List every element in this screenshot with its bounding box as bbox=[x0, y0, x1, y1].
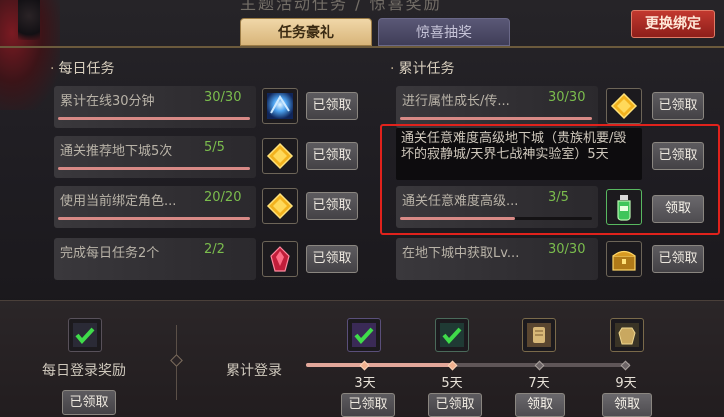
tab-surprise-lottery[interactable]: 惊喜抽奖 bbox=[378, 18, 510, 46]
tab-task-rewards[interactable]: 任务豪礼 bbox=[240, 18, 372, 46]
milestone-day-label: 5天 bbox=[441, 376, 463, 391]
task-count: 5/5 bbox=[204, 140, 225, 155]
gold-gem-icon bbox=[262, 188, 298, 224]
blue-crystal-icon bbox=[262, 88, 298, 124]
milestone-day-label: 7天 bbox=[528, 376, 550, 391]
claimed-button[interactable]: 已领取 bbox=[306, 92, 358, 120]
tabs-divider bbox=[0, 46, 724, 48]
daily-login-label: 每日登录奖励 bbox=[42, 363, 126, 379]
rebind-button[interactable]: 更换绑定 bbox=[631, 10, 715, 38]
milestone-day-label: 9天 bbox=[615, 376, 637, 391]
milestone-claimed-button[interactable]: 已领取 bbox=[428, 393, 482, 417]
task-count: 30/30 bbox=[204, 90, 242, 105]
cumulative-task-row: 进行属性成长/传... 30/30 bbox=[396, 86, 598, 128]
task-name: 在地下城中获取Lv... bbox=[402, 246, 520, 261]
task-count: 30/30 bbox=[548, 90, 586, 105]
check-reward-icon bbox=[435, 318, 469, 352]
red-crystal-icon bbox=[262, 241, 298, 277]
claimed-button[interactable]: 已领取 bbox=[306, 192, 358, 220]
milestone-claim-button[interactable]: 领取 bbox=[515, 393, 565, 417]
task-progress-bar bbox=[58, 217, 250, 220]
task-name: 进行属性成长/传... bbox=[402, 94, 510, 109]
claimed-button[interactable]: 已领取 bbox=[306, 142, 358, 170]
task-count: 20/20 bbox=[204, 190, 242, 205]
claimed-button[interactable]: 已领取 bbox=[652, 245, 704, 273]
task-count: 2/2 bbox=[204, 242, 225, 257]
task-progress-bar bbox=[58, 117, 250, 120]
daily-task-row: 完成每日任务2个 2/2 bbox=[54, 238, 256, 280]
milestone-claimed-button[interactable]: 已领取 bbox=[341, 393, 395, 417]
daily-task-row: 累计在线30分钟 30/30 bbox=[54, 86, 256, 128]
gold-gem-icon bbox=[606, 88, 642, 124]
task-name: 累计在线30分钟 bbox=[60, 94, 155, 109]
task-progress-bar bbox=[400, 117, 592, 120]
claimed-button[interactable]: 已领取 bbox=[652, 92, 704, 120]
task-name: 完成每日任务2个 bbox=[60, 246, 160, 261]
claimed-button[interactable]: 已领取 bbox=[306, 245, 358, 273]
milestone-day-label: 3天 bbox=[354, 376, 376, 391]
daily-login-claimed-button[interactable]: 已领取 bbox=[62, 390, 116, 415]
page-title: 主题活动任务 / 惊喜奖励 bbox=[240, 0, 442, 13]
check-reward-icon bbox=[68, 318, 102, 352]
scroll-reward-icon bbox=[522, 318, 556, 352]
bullet-icon: · bbox=[50, 61, 55, 77]
bullet-icon: · bbox=[390, 61, 395, 77]
check-reward-icon bbox=[347, 318, 381, 352]
daily-task-row: 通关推荐地下城5次 5/5 bbox=[54, 136, 256, 178]
gold-gem-icon bbox=[262, 138, 298, 174]
character-hair bbox=[18, 0, 40, 40]
daily-tasks-title: · 每日任务 bbox=[50, 61, 115, 77]
cumulative-task-row: 在地下城中获取Lv... 30/30 bbox=[396, 238, 598, 280]
task-progress-bar bbox=[58, 167, 250, 170]
cumulative-login-label: 累计登录 bbox=[226, 363, 282, 379]
milestone-claim-button[interactable]: 领取 bbox=[602, 393, 652, 417]
task-count: 30/30 bbox=[548, 242, 586, 257]
gold-chest-icon bbox=[606, 241, 642, 277]
login-progress-fill bbox=[306, 363, 454, 367]
daily-task-row: 使用当前绑定角色... 20/20 bbox=[54, 186, 256, 228]
cumulative-tasks-title: · 累计任务 bbox=[390, 61, 455, 77]
highlight-box bbox=[380, 124, 720, 235]
armor-reward-icon bbox=[610, 318, 644, 352]
task-name: 使用当前绑定角色... bbox=[60, 194, 177, 209]
task-name: 通关推荐地下城5次 bbox=[60, 144, 173, 159]
